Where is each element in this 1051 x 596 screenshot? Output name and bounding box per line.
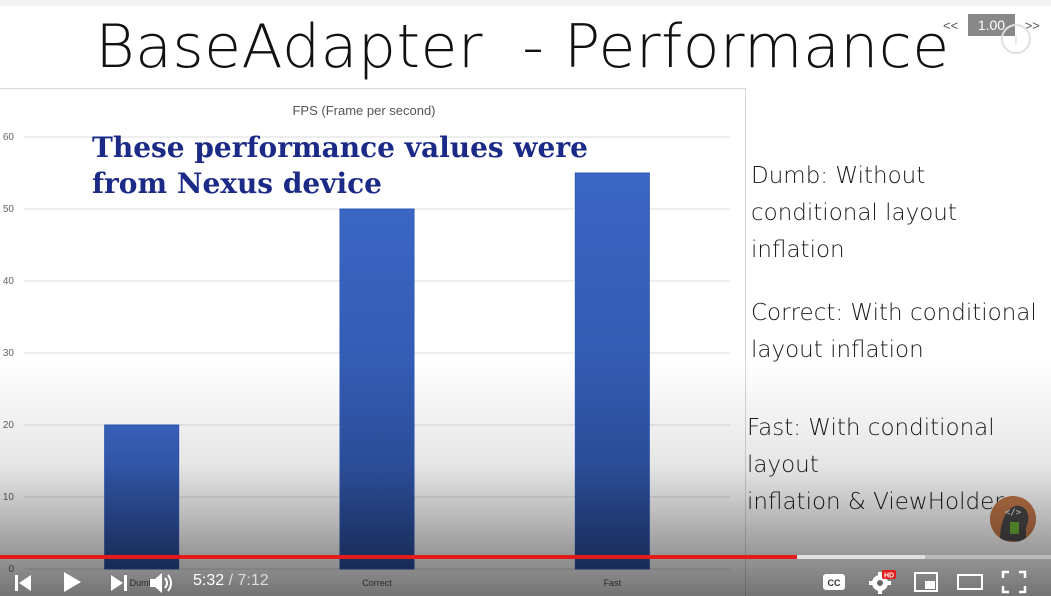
progress-played bbox=[0, 555, 797, 559]
miniplayer-icon[interactable] bbox=[913, 571, 939, 593]
volume-icon[interactable] bbox=[148, 570, 176, 596]
y-tick-label: 20 bbox=[3, 420, 15, 431]
hd-badge: HD bbox=[884, 573, 894, 580]
y-tick-label: 50 bbox=[3, 204, 15, 215]
channel-logo[interactable]: </> bbox=[990, 496, 1036, 542]
svg-text:</>: </> bbox=[1005, 508, 1022, 518]
bar-fast bbox=[574, 172, 650, 570]
note-dumb-line-2: conditional layout inflation bbox=[751, 200, 957, 263]
overlay-line-1: These performance values were bbox=[92, 131, 588, 164]
note-dumb: Dumb: Without conditional layout inflati… bbox=[751, 158, 1051, 269]
progress-bar[interactable] bbox=[0, 555, 1051, 559]
time-display: 5:32 / 7:12 bbox=[193, 572, 269, 590]
x-category-label: Correct bbox=[362, 578, 392, 588]
channel-logo-icon: </> bbox=[990, 496, 1036, 542]
fullscreen-icon[interactable] bbox=[1001, 570, 1027, 594]
slide-title: BaseAdapter - Performance bbox=[95, 12, 950, 82]
settings-icon[interactable]: HD bbox=[868, 568, 898, 594]
note-correct: Correct: With conditional layout inflati… bbox=[751, 295, 1037, 369]
captions-label: CC bbox=[828, 578, 841, 588]
note-dumb-line-1: Dumb: Without bbox=[751, 163, 926, 189]
note-correct-line-1: Correct: With conditional bbox=[751, 300, 1037, 326]
total-duration: 7:12 bbox=[237, 572, 269, 589]
x-category-label: Fast bbox=[604, 578, 622, 588]
note-correct-line-2: layout inflation bbox=[751, 337, 924, 363]
bar-correct bbox=[339, 208, 415, 570]
next-icon[interactable] bbox=[108, 572, 130, 594]
y-tick-label: 40 bbox=[3, 276, 15, 287]
note-fast-line-1: Fast: With conditional layout bbox=[747, 415, 995, 478]
y-tick-label: 10 bbox=[3, 492, 15, 503]
time-separator: / bbox=[224, 572, 238, 589]
previous-icon[interactable] bbox=[12, 572, 34, 594]
current-time: 5:32 bbox=[193, 572, 225, 589]
top-strip bbox=[0, 0, 1051, 6]
y-tick-label: 60 bbox=[3, 132, 15, 143]
captions-icon[interactable]: CC bbox=[822, 572, 846, 592]
bar-dumb bbox=[104, 424, 180, 570]
overlay-line-2: from Nexus device bbox=[92, 167, 382, 200]
speed-decrease-button[interactable]: << bbox=[943, 18, 958, 33]
chart-title: FPS (Frame per second) bbox=[292, 103, 435, 118]
video-frame[interactable]: BaseAdapter - Performance FPS (Frame per… bbox=[0, 0, 1051, 596]
theater-mode-icon[interactable] bbox=[956, 572, 984, 592]
info-icon[interactable]: i bbox=[1001, 24, 1031, 54]
y-tick-label: 30 bbox=[3, 348, 15, 359]
device-note-overlay: These performance values were from Nexus… bbox=[92, 130, 588, 202]
play-icon[interactable] bbox=[60, 570, 84, 594]
